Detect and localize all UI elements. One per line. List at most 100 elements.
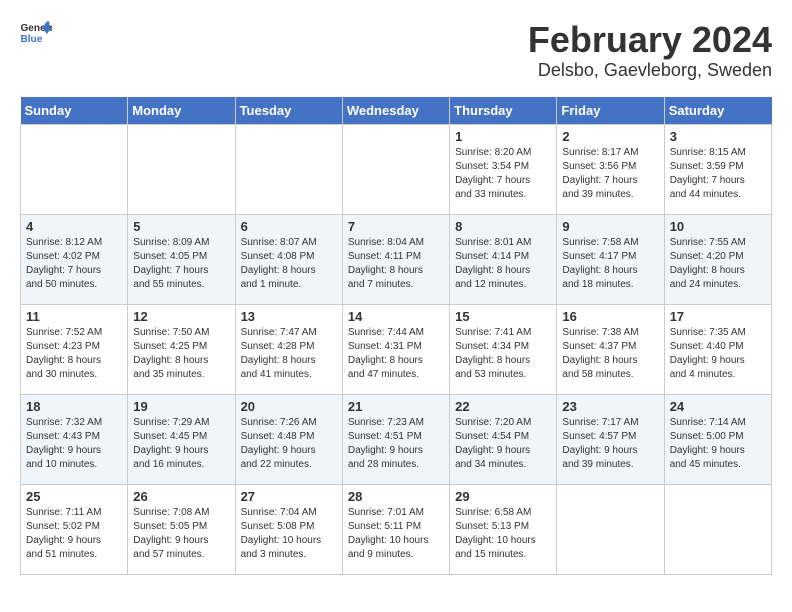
day-info: Sunrise: 7:47 AM Sunset: 4:28 PM Dayligh… — [241, 326, 337, 382]
day-number: 24 — [670, 399, 766, 414]
day-info: Sunrise: 6:58 AM Sunset: 5:13 PM Dayligh… — [455, 506, 551, 562]
page-header: General Blue February 2024 Delsbo, Gaevl… — [20, 20, 772, 81]
calendar-cell: 7 Sunrise: 8:04 AM Sunset: 4:11 PM Daylig… — [342, 214, 449, 304]
calendar-cell: 27 Sunrise: 7:04 AM Sunset: 5:08 PM Dayli… — [235, 484, 342, 574]
day-info: Sunrise: 8:12 AM Sunset: 4:02 PM Dayligh… — [26, 236, 122, 292]
calendar-cell: 26 Sunrise: 7:08 AM Sunset: 5:05 PM Dayli… — [128, 484, 235, 574]
calendar-cell: 11 Sunrise: 7:52 AM Sunset: 4:23 PM Dayli… — [21, 304, 128, 394]
day-number: 10 — [670, 219, 766, 234]
calendar-cell: 10 Sunrise: 7:55 AM Sunset: 4:20 PM Dayli… — [664, 214, 771, 304]
calendar-cell: 24 Sunrise: 7:14 AM Sunset: 5:00 PM Dayli… — [664, 394, 771, 484]
week-row-5: 25 Sunrise: 7:11 AM Sunset: 5:02 PM Dayli… — [21, 484, 772, 574]
day-number: 20 — [241, 399, 337, 414]
day-number: 3 — [670, 129, 766, 144]
subtitle: Delsbo, Gaevleborg, Sweden — [528, 60, 772, 81]
day-number: 27 — [241, 489, 337, 504]
calendar-cell: 12 Sunrise: 7:50 AM Sunset: 4:25 PM Dayli… — [128, 304, 235, 394]
day-info: Sunrise: 8:17 AM Sunset: 3:56 PM Dayligh… — [562, 146, 658, 202]
header-sunday: Sunday — [21, 97, 128, 125]
day-number: 18 — [26, 399, 122, 414]
day-number: 15 — [455, 309, 551, 324]
day-info: Sunrise: 8:20 AM Sunset: 3:54 PM Dayligh… — [455, 146, 551, 202]
calendar-cell — [128, 124, 235, 214]
day-number: 21 — [348, 399, 444, 414]
day-number: 28 — [348, 489, 444, 504]
day-info: Sunrise: 7:58 AM Sunset: 4:17 PM Dayligh… — [562, 236, 658, 292]
day-info: Sunrise: 8:15 AM Sunset: 3:59 PM Dayligh… — [670, 146, 766, 202]
day-number: 6 — [241, 219, 337, 234]
day-number: 9 — [562, 219, 658, 234]
title-section: February 2024 Delsbo, Gaevleborg, Sweden — [528, 20, 772, 81]
calendar-cell — [342, 124, 449, 214]
calendar-cell: 23 Sunrise: 7:17 AM Sunset: 4:57 PM Dayli… — [557, 394, 664, 484]
week-row-3: 11 Sunrise: 7:52 AM Sunset: 4:23 PM Dayli… — [21, 304, 772, 394]
calendar-cell: 16Sunrise: 7:38 AM Sunset: 4:37 PM Dayli… — [557, 304, 664, 394]
day-info: Sunrise: 7:20 AM Sunset: 4:54 PM Dayligh… — [455, 416, 551, 472]
day-number: 25 — [26, 489, 122, 504]
day-info: Sunrise: 7:11 AM Sunset: 5:02 PM Dayligh… — [26, 506, 122, 562]
day-number: 4 — [26, 219, 122, 234]
header-thursday: Thursday — [450, 97, 557, 125]
day-number: 13 — [241, 309, 337, 324]
day-number: 1 — [455, 129, 551, 144]
calendar-cell: 8Sunrise: 8:01 AM Sunset: 4:14 PM Daylig… — [450, 214, 557, 304]
calendar-cell: 19 Sunrise: 7:29 AM Sunset: 4:45 PM Dayli… — [128, 394, 235, 484]
day-info: Sunrise: 7:55 AM Sunset: 4:20 PM Dayligh… — [670, 236, 766, 292]
calendar-cell: 20 Sunrise: 7:26 AM Sunset: 4:48 PM Dayli… — [235, 394, 342, 484]
day-info: Sunrise: 7:23 AM Sunset: 4:51 PM Dayligh… — [348, 416, 444, 472]
day-info: Sunrise: 7:08 AM Sunset: 5:05 PM Dayligh… — [133, 506, 229, 562]
day-info: Sunrise: 8:09 AM Sunset: 4:05 PM Dayligh… — [133, 236, 229, 292]
day-number: 29 — [455, 489, 551, 504]
calendar-table: SundayMondayTuesdayWednesdayThursdayFrid… — [20, 97, 772, 575]
day-number: 7 — [348, 219, 444, 234]
calendar-cell: 15 Sunrise: 7:41 AM Sunset: 4:34 PM Dayli… — [450, 304, 557, 394]
day-info: Sunrise: 7:44 AM Sunset: 4:31 PM Dayligh… — [348, 326, 444, 382]
calendar-cell: 3 Sunrise: 8:15 AM Sunset: 3:59 PM Daylig… — [664, 124, 771, 214]
day-info: Sunrise: 8:04 AM Sunset: 4:11 PM Dayligh… — [348, 236, 444, 292]
day-number: 11 — [26, 309, 122, 324]
calendar-cell: 25 Sunrise: 7:11 AM Sunset: 5:02 PM Dayli… — [21, 484, 128, 574]
calendar-cell: 9 Sunrise: 7:58 AM Sunset: 4:17 PM Daylig… — [557, 214, 664, 304]
day-info: Sunrise: 7:01 AM Sunset: 5:11 PM Dayligh… — [348, 506, 444, 562]
header-friday: Friday — [557, 97, 664, 125]
calendar-cell: 14 Sunrise: 7:44 AM Sunset: 4:31 PM Dayli… — [342, 304, 449, 394]
day-info: Sunrise: 7:04 AM Sunset: 5:08 PM Dayligh… — [241, 506, 337, 562]
week-row-2: 4 Sunrise: 8:12 AM Sunset: 4:02 PM Daylig… — [21, 214, 772, 304]
calendar-cell: 6 Sunrise: 8:07 AM Sunset: 4:08 PM Daylig… — [235, 214, 342, 304]
calendar-cell: 18Sunrise: 7:32 AM Sunset: 4:43 PM Dayli… — [21, 394, 128, 484]
calendar-header-row: SundayMondayTuesdayWednesdayThursdayFrid… — [21, 97, 772, 125]
week-row-4: 18Sunrise: 7:32 AM Sunset: 4:43 PM Dayli… — [21, 394, 772, 484]
calendar-cell: 22 Sunrise: 7:20 AM Sunset: 4:54 PM Dayli… — [450, 394, 557, 484]
day-info: Sunrise: 7:29 AM Sunset: 4:45 PM Dayligh… — [133, 416, 229, 472]
day-info: Sunrise: 7:50 AM Sunset: 4:25 PM Dayligh… — [133, 326, 229, 382]
header-wednesday: Wednesday — [342, 97, 449, 125]
calendar-cell: 29 Sunrise: 6:58 AM Sunset: 5:13 PM Dayli… — [450, 484, 557, 574]
day-info: Sunrise: 7:17 AM Sunset: 4:57 PM Dayligh… — [562, 416, 658, 472]
day-number: 23 — [562, 399, 658, 414]
day-info: Sunrise: 7:14 AM Sunset: 5:00 PM Dayligh… — [670, 416, 766, 472]
calendar-cell — [21, 124, 128, 214]
calendar-cell: 17Sunrise: 7:35 AM Sunset: 4:40 PM Dayli… — [664, 304, 771, 394]
day-number: 19 — [133, 399, 229, 414]
calendar-cell — [557, 484, 664, 574]
logo: General Blue — [20, 20, 52, 48]
header-monday: Monday — [128, 97, 235, 125]
day-info: Sunrise: 8:07 AM Sunset: 4:08 PM Dayligh… — [241, 236, 337, 292]
day-number: 14 — [348, 309, 444, 324]
main-title: February 2024 — [528, 20, 772, 60]
day-number: 26 — [133, 489, 229, 504]
day-number: 22 — [455, 399, 551, 414]
day-info: Sunrise: 7:35 AM Sunset: 4:40 PM Dayligh… — [670, 326, 766, 382]
day-info: Sunrise: 7:26 AM Sunset: 4:48 PM Dayligh… — [241, 416, 337, 472]
day-info: Sunrise: 7:52 AM Sunset: 4:23 PM Dayligh… — [26, 326, 122, 382]
day-info: Sunrise: 8:01 AM Sunset: 4:14 PM Dayligh… — [455, 236, 551, 292]
calendar-cell — [235, 124, 342, 214]
header-saturday: Saturday — [664, 97, 771, 125]
calendar-cell: 13 Sunrise: 7:47 AM Sunset: 4:28 PM Dayli… — [235, 304, 342, 394]
calendar-cell: 1 Sunrise: 8:20 AM Sunset: 3:54 PM Daylig… — [450, 124, 557, 214]
calendar-cell: 2 Sunrise: 8:17 AM Sunset: 3:56 PM Daylig… — [557, 124, 664, 214]
calendar-cell: 5Sunrise: 8:09 AM Sunset: 4:05 PM Daylig… — [128, 214, 235, 304]
day-number: 2 — [562, 129, 658, 144]
day-info: Sunrise: 7:41 AM Sunset: 4:34 PM Dayligh… — [455, 326, 551, 382]
day-number: 12 — [133, 309, 229, 324]
